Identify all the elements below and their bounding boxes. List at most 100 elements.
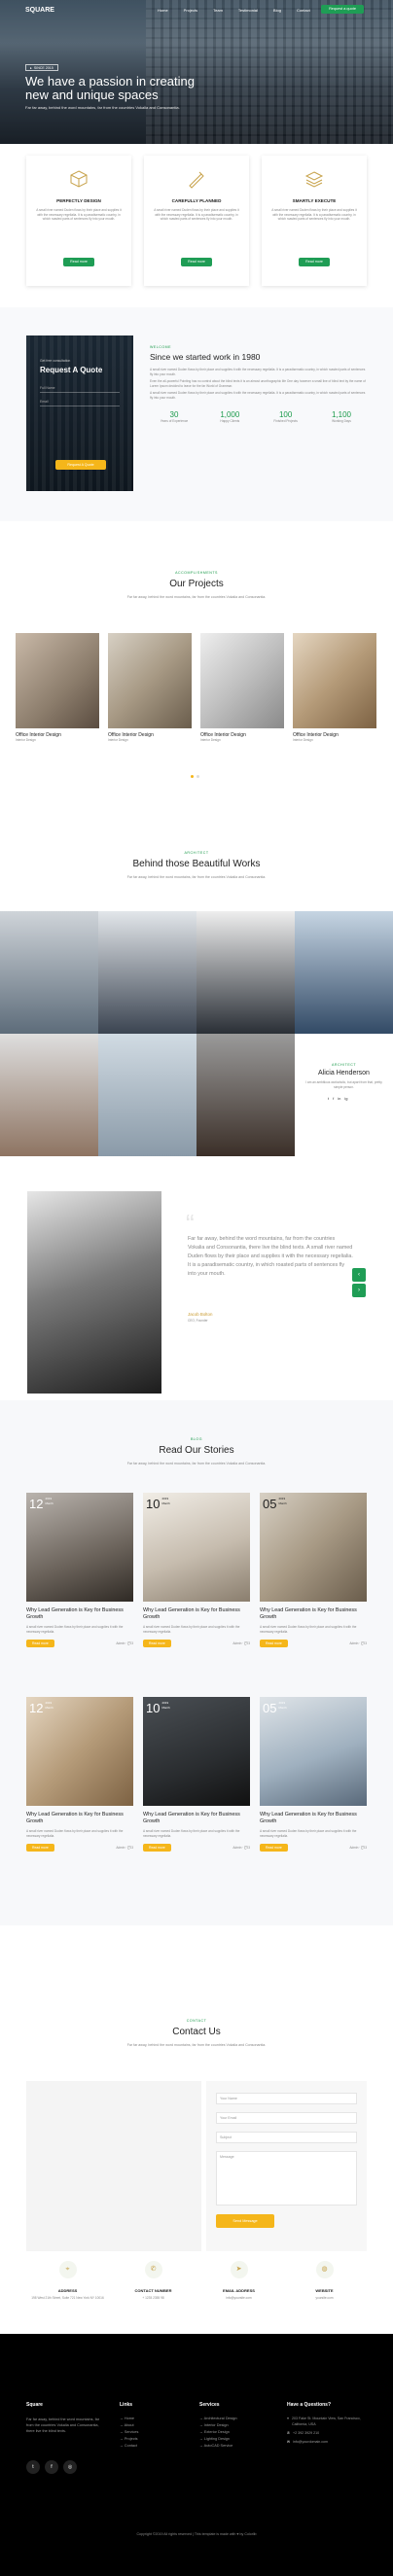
blog-card[interactable]: 05 2019 March Why Lead Generation is Key f…: [260, 1493, 367, 1648]
footer-service-link[interactable]: → Interior Design: [199, 2422, 277, 2429]
featured-member-text: I am an ambitious workaholic, but apart …: [305, 1080, 382, 1089]
blog-read-more-button[interactable]: Read more: [26, 1640, 54, 1648]
project-subtitle: Interior Design: [16, 738, 36, 742]
team-member-photo[interactable]: [295, 911, 393, 1034]
footer-link[interactable]: → About: [120, 2422, 178, 2429]
team-member-photo[interactable]: [196, 911, 295, 1034]
main-nav: Home Projects Team Testimonial Blog Cont…: [158, 8, 310, 13]
footer-service-link[interactable]: → Lighting Design: [199, 2436, 277, 2443]
feature-title: CAREFULLY PLANNED: [171, 198, 222, 203]
project-card[interactable]: Office Interior Design Interior Design: [293, 633, 376, 743]
footer-email[interactable]: info@yourdomain.com: [293, 2439, 328, 2445]
linkedin-icon[interactable]: in: [338, 1096, 340, 1101]
project-card[interactable]: Office Interior Design Interior Design: [16, 633, 99, 743]
carousel-dot[interactable]: [191, 775, 194, 778]
team-member-photo[interactable]: [0, 911, 98, 1034]
footer-links: Links → Home → About → Services → Projec…: [120, 2402, 178, 2450]
footer-link[interactable]: → Contact: [120, 2443, 178, 2450]
quote-email-field[interactable]: Email: [40, 400, 120, 406]
contact-map[interactable]: [26, 2081, 201, 2251]
twitter-icon[interactable]: t: [328, 1096, 329, 1101]
blog-title: Why Lead Generation is Key for Business …: [260, 1812, 357, 1824]
contact-kicker: CONTACT: [186, 2019, 207, 2023]
featured-member-name: Alicia Henderson: [318, 1070, 370, 1076]
footer-link[interactable]: → Home: [120, 2416, 178, 2422]
blog-title: Read Our Stories: [159, 1445, 234, 1456]
blog-date: 12 2019 March: [29, 1701, 54, 1715]
facebook-icon[interactable]: f: [45, 2460, 58, 2474]
project-card[interactable]: Office Interior Design Interior Design: [108, 633, 192, 743]
blog-card[interactable]: 05 2019 March Why Lead Generation is Key f…: [260, 1697, 367, 1853]
carousel-dot[interactable]: [196, 775, 199, 778]
nav-blog[interactable]: Blog: [273, 8, 281, 13]
phone-icon: ✆: [144, 2261, 162, 2278]
nav-projects[interactable]: Projects: [184, 8, 197, 13]
prev-arrow-button[interactable]: ‹: [352, 1268, 366, 1282]
contact-form: Your Name Your Email Subject Message Sen…: [206, 2081, 367, 2251]
send-message-button[interactable]: Send Message: [216, 2214, 274, 2228]
project-card[interactable]: Office Interior Design Interior Design: [200, 633, 284, 743]
blog-card[interactable]: 12 2019 March Why Lead Generation is Key f…: [26, 1493, 133, 1648]
footer-services-title: Services: [199, 2402, 220, 2408]
subject-input[interactable]: Subject: [216, 2132, 357, 2143]
about-kicker: WELCOME: [150, 345, 172, 349]
contact-info-title: EMAIL ADDRESS: [223, 2288, 255, 2293]
about-content: WELCOME Since we started work in 1980 A …: [150, 345, 366, 423]
feature-read-more-button[interactable]: Read more: [63, 258, 94, 266]
contact-info-text[interactable]: + 1235 2355 98: [112, 2296, 195, 2301]
blog-read-more-button[interactable]: Read more: [143, 1640, 171, 1648]
brand-logo[interactable]: SQUARE: [25, 7, 54, 14]
footer-brand: Square: [26, 2402, 43, 2408]
contact-info-row: ⌖ ADDRESS 198 West 21th Street, Suite 72…: [26, 2261, 367, 2329]
blog-date: 05 2019 March: [263, 1701, 287, 1715]
quote-submit-button[interactable]: Request A Quote: [55, 460, 106, 470]
request-quote-nav-button[interactable]: Request a quote: [321, 5, 364, 14]
twitter-icon[interactable]: t: [26, 2460, 40, 2474]
footer-link[interactable]: → Projects: [120, 2436, 178, 2443]
project-image: [200, 633, 284, 728]
stat-item: 1,000 Happy Clients: [220, 409, 240, 423]
footer-social: t f ◎: [26, 2460, 77, 2474]
nav-testimonial[interactable]: Testimonial: [238, 8, 258, 13]
nav-contact[interactable]: Contact: [297, 8, 310, 13]
name-input[interactable]: Your Name: [216, 2093, 357, 2104]
projects-desc: Far far away, behind the word mountains,…: [126, 595, 267, 599]
contact-info-text[interactable]: info@yoursite.com: [197, 2296, 280, 2301]
blog-read-more-button[interactable]: Read more: [143, 1844, 171, 1853]
features-row: PERFECTLY DESIGN A small river named Dud…: [26, 156, 367, 286]
footer-service-link[interactable]: → Exterior Design: [199, 2429, 277, 2436]
feature-read-more-button[interactable]: Read more: [181, 258, 212, 266]
contact-info-title: ADDRESS: [57, 2288, 78, 2293]
footer-about: Far far away, behind the word mountains,…: [26, 2417, 100, 2433]
stats-row: 30 Years of Experience 1,000 Happy Clients…: [150, 410, 366, 424]
footer-link[interactable]: → Services: [120, 2429, 178, 2436]
feature-read-more-button[interactable]: Read more: [299, 258, 330, 266]
email-input[interactable]: Your Email: [216, 2112, 357, 2124]
team-member-photo[interactable]: [196, 1034, 295, 1156]
testimonial-role: CEO, Founder: [188, 1319, 208, 1323]
contact-info-text[interactable]: yoursite.com: [283, 2296, 366, 2301]
instagram-icon[interactable]: ig: [344, 1096, 347, 1101]
contact-info-item: ◍ WEBSITE yoursite.com: [283, 2261, 366, 2301]
nav-team[interactable]: Team: [213, 8, 223, 13]
blog-read-more-button[interactable]: Read more: [26, 1844, 54, 1853]
blog-date: 10 2019 March: [146, 1701, 170, 1715]
footer-phone[interactable]: +2 392 3929 210: [293, 2430, 319, 2436]
team-member-photo[interactable]: [0, 1034, 98, 1156]
next-arrow-button[interactable]: ›: [352, 1284, 366, 1297]
blog-card[interactable]: 10 2019 March Why Lead Generation is Key f…: [143, 1697, 250, 1853]
team-member-photo[interactable]: [98, 1034, 196, 1156]
team-member-photo[interactable]: [98, 911, 196, 1034]
footer-service-link[interactable]: → AutoCAD Service: [199, 2443, 277, 2450]
quote-name-field[interactable]: Full Name: [40, 386, 120, 393]
featured-member-kicker: ARCHITECT: [331, 1063, 357, 1067]
nav-home[interactable]: Home: [158, 8, 168, 13]
facebook-icon[interactable]: f: [333, 1096, 334, 1101]
instagram-icon[interactable]: ◎: [63, 2460, 77, 2474]
blog-card[interactable]: 10 2019 March Why Lead Generation is Key f…: [143, 1493, 250, 1648]
blog-read-more-button[interactable]: Read more: [260, 1640, 288, 1648]
blog-card[interactable]: 12 2019 March Why Lead Generation is Key f…: [26, 1697, 133, 1853]
blog-read-more-button[interactable]: Read more: [260, 1844, 288, 1853]
footer-service-link[interactable]: → Architectural Design: [199, 2416, 277, 2422]
message-textarea[interactable]: Message: [216, 2151, 357, 2205]
